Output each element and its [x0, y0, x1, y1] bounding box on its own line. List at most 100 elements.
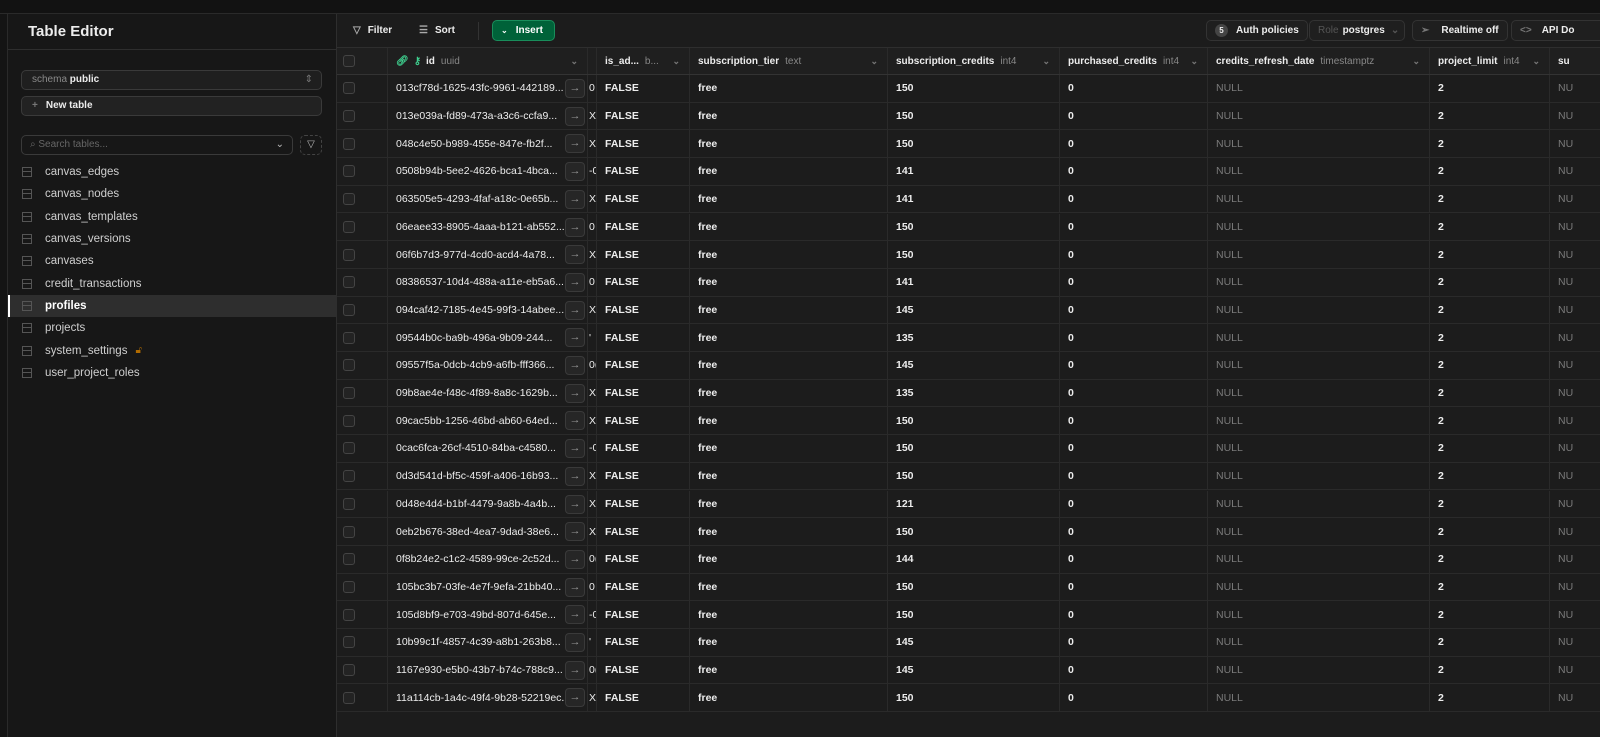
column-header-project-limit[interactable]: project_limit int4 ⌄: [1430, 48, 1550, 74]
arrow-right-icon[interactable]: →: [565, 356, 585, 375]
cell-credits[interactable]: 150: [888, 462, 1060, 490]
cell-is_admin[interactable]: FALSE: [597, 601, 690, 628]
cell-limit[interactable]: 2: [1430, 573, 1550, 601]
table-row[interactable]: 1167e930-e5b0-43b7-b74c-788c9...→0(FALSE…: [337, 656, 1600, 685]
column-header-is-admin[interactable]: is_ad... b... ⌄: [597, 48, 690, 74]
cell-is_admin[interactable]: FALSE: [597, 324, 690, 351]
cell-limit[interactable]: 2: [1430, 185, 1550, 213]
cell-credits[interactable]: 150: [888, 102, 1060, 130]
cell-purchased[interactable]: 0: [1060, 656, 1208, 684]
cell-id[interactable]: 0d48e4d4-b1bf-4479-9a8b-4a4b... →: [388, 490, 588, 518]
cell-is_admin[interactable]: FALSE: [597, 158, 690, 185]
cell-is_admin[interactable]: FALSE: [597, 629, 690, 656]
sidebar-table-canvas-templates[interactable]: canvas_templates: [8, 206, 336, 228]
cell-credits[interactable]: 150: [888, 213, 1060, 241]
cell-frag[interactable]: X: [588, 518, 597, 545]
column-header-subscription-credits[interactable]: subscription_credits int4 ⌄: [888, 48, 1060, 74]
cell-tier[interactable]: free: [690, 601, 888, 628]
table-row[interactable]: 013cf78d-1625-43fc-9961-442189... → 0 FALSE…: [337, 75, 1600, 103]
cell-refresh[interactable]: NULL: [1208, 462, 1430, 490]
cell-next[interactable]: NU: [1550, 546, 1600, 573]
table-row[interactable]: 0eb2b676-38ed-4ea7-9dad-38e6... → X FALSE fr…: [337, 518, 1600, 546]
cell-credits[interactable]: 150: [888, 241, 1060, 268]
cell-frag[interactable]: X: [588, 185, 597, 213]
column-header-purchased-credits[interactable]: purchased_credits int4 ⌄: [1060, 48, 1208, 74]
table-row[interactable]: 06f6b7d3-977d-4cd0-acd4-4a78... → X FALSE fr…: [337, 241, 1600, 269]
arrow-right-icon[interactable]: →: [565, 439, 585, 459]
cell-is_admin[interactable]: FALSE: [597, 75, 690, 102]
cell-tier[interactable]: free: [690, 462, 888, 490]
cell-refresh[interactable]: NULL: [1208, 379, 1430, 407]
cell-tier[interactable]: free: [690, 684, 888, 712]
arrow-right-icon[interactable]: →: [565, 300, 585, 320]
cell-id[interactable]: 06eaee33-8905-4aaa-b121-ab552... →: [388, 213, 588, 241]
table-row[interactable]: 094caf42-7185-4e45-99f3-14abee... → X FALSE…: [337, 296, 1600, 325]
cell-id[interactable]: 105d8bf9-e703-49bd-807d-645e... →: [388, 601, 588, 628]
sidebar-table-canvases[interactable]: canvases: [8, 250, 336, 272]
cell-is_admin[interactable]: FALSE: [597, 407, 690, 435]
cell-limit[interactable]: 2: [1430, 75, 1550, 102]
cell-next[interactable]: NU: [1550, 103, 1600, 130]
row-checkbox[interactable]: [337, 102, 388, 130]
cell-id[interactable]: 09b8ae4e-f48c-4f89-8a8c-1629b... →: [388, 379, 588, 407]
row-checkbox[interactable]: [337, 629, 388, 656]
column-header-credits-refresh-date[interactable]: credits_refresh_date timestamptz ⌄: [1208, 48, 1430, 74]
cell-limit[interactable]: 2: [1430, 102, 1550, 130]
cell-next[interactable]: NU: [1550, 380, 1600, 407]
cell-tier[interactable]: free: [690, 268, 888, 296]
cell-is_admin[interactable]: FALSE: [597, 296, 690, 324]
cell-next[interactable]: NU: [1550, 657, 1600, 684]
cell-credits[interactable]: 150: [888, 75, 1060, 102]
cell-refresh[interactable]: NULL: [1208, 656, 1430, 684]
cell-credits[interactable]: 141: [888, 158, 1060, 185]
table-row[interactable]: 0d48e4d4-b1bf-4479-9a8b-4a4b... → X FALSE fr…: [337, 490, 1600, 519]
cell-frag[interactable]: X: [588, 102, 597, 130]
row-checkbox[interactable]: [337, 573, 388, 601]
row-checkbox[interactable]: [337, 379, 388, 407]
row-checkbox[interactable]: [337, 130, 388, 158]
cell-limit[interactable]: 2: [1430, 379, 1550, 407]
cell-tier[interactable]: free: [690, 573, 888, 601]
cell-is_admin[interactable]: FALSE: [597, 102, 690, 130]
sidebar-table-user-project-roles[interactable]: user_project_roles: [8, 362, 336, 384]
cell-is_admin[interactable]: FALSE: [597, 518, 690, 545]
cell-purchased[interactable]: 0: [1060, 545, 1208, 573]
cell-tier[interactable]: free: [690, 545, 888, 573]
cell-purchased[interactable]: 0: [1060, 158, 1208, 185]
cell-tier[interactable]: free: [690, 185, 888, 213]
cell-tier[interactable]: free: [690, 490, 888, 518]
cell-refresh[interactable]: NULL: [1208, 684, 1430, 712]
cell-id[interactable]: 09557f5a-0dcb-4cb9-a6fb-fff366... →: [388, 352, 588, 379]
table-row[interactable]: 0f8b24e2-c1c2-4589-99ce-2c52d...→0(FALSE…: [337, 545, 1600, 574]
sort-button[interactable]: ☰ Sort: [411, 20, 463, 41]
chevron-down-icon[interactable]: ⌄: [1412, 56, 1420, 67]
sidebar-table-system-settings[interactable]: system_settings 🔓︎: [8, 339, 336, 361]
realtime-button[interactable]: ➢ Realtime off: [1412, 20, 1508, 41]
cell-next[interactable]: NU: [1550, 463, 1600, 490]
cell-purchased[interactable]: 0: [1060, 185, 1208, 213]
cell-credits[interactable]: 145: [888, 296, 1060, 324]
cell-credits[interactable]: 150: [888, 407, 1060, 435]
cell-tier[interactable]: free: [690, 407, 888, 435]
table-row[interactable]: 063505e5-4293-4faf-a18c-0e65b... → X FALSE f…: [337, 185, 1600, 214]
cell-credits[interactable]: 150: [888, 518, 1060, 545]
cell-next[interactable]: NU: [1550, 518, 1600, 545]
cell-id[interactable]: 09cac5bb-1256-46bd-ab60-64ed... →: [388, 407, 588, 435]
cell-purchased[interactable]: 0: [1060, 296, 1208, 324]
column-header-id[interactable]: 🔗︎ ⚷ id uuid ⌄: [388, 48, 588, 74]
row-checkbox[interactable]: [337, 435, 388, 462]
arrow-right-icon[interactable]: →: [565, 217, 585, 237]
column-header-next[interactable]: su: [1550, 48, 1600, 74]
cell-purchased[interactable]: 0: [1060, 407, 1208, 435]
cell-id[interactable]: 048c4e50-b989-455e-847e-fb2f... →: [388, 130, 588, 158]
cell-tier[interactable]: free: [690, 629, 888, 656]
table-row[interactable]: 10b99c1f-4857-4c39-a8b1-263b8... → ' FALSE f…: [337, 629, 1600, 657]
cell-frag[interactable]: 0: [588, 75, 597, 102]
cell-refresh[interactable]: NULL: [1208, 629, 1430, 656]
row-checkbox[interactable]: [337, 656, 388, 684]
cell-next[interactable]: NU: [1550, 297, 1600, 324]
cell-tier[interactable]: free: [690, 213, 888, 241]
table-row[interactable]: 09557f5a-0dcb-4cb9-a6fb-fff366...→0(FALS…: [337, 352, 1600, 380]
cell-limit[interactable]: 2: [1430, 435, 1550, 462]
schema-select[interactable]: schema public ⇕: [21, 70, 322, 90]
